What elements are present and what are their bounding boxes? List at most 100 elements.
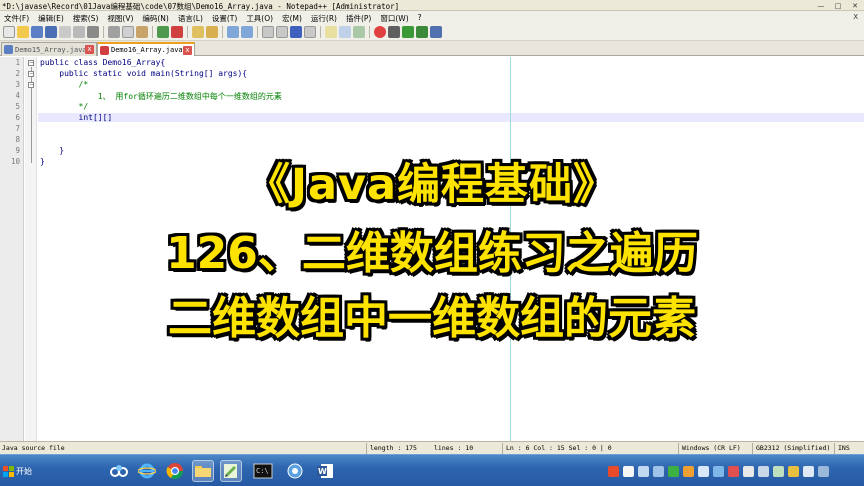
stop-macro-icon[interactable] [388,26,400,38]
undo-icon[interactable] [157,26,169,38]
fold-toggle-icon[interactable]: − [28,82,34,88]
ime-icon[interactable] [608,465,619,477]
windows-logo-icon [3,465,14,477]
code-line: int[][] [40,113,113,122]
menu-view[interactable]: 视图(V) [107,13,133,24]
zoom-out-icon[interactable] [241,26,253,38]
menu-settings[interactable]: 设置(T) [212,13,237,24]
toolbar-separator [369,26,370,38]
tab-close-icon[interactable]: x [183,46,192,55]
close-button[interactable]: ✕ [848,1,862,10]
redo-icon[interactable] [171,26,183,38]
security-icon[interactable] [668,465,679,477]
flag-icon[interactable] [758,465,769,477]
line-number: 7 [15,124,20,133]
word-icon[interactable]: W [314,460,336,482]
find-icon[interactable] [192,26,204,38]
close-all-icon[interactable] [73,26,85,38]
menu-plugins[interactable]: 插件(P) [346,13,371,24]
menu-close-document[interactable]: X [853,13,858,21]
new-file-icon[interactable] [3,26,15,38]
taskbar: 开始 C:\ W [0,454,864,486]
status-insert-mode: INS [838,444,850,452]
menu-file[interactable]: 文件(F) [4,13,29,24]
input-method-icon[interactable] [623,465,634,477]
internet-explorer-icon[interactable] [136,460,158,482]
menu-macro[interactable]: 宏(M) [282,13,302,24]
sync-scroll-icon[interactable] [262,26,274,38]
paste-icon[interactable] [136,26,148,38]
save-all-icon[interactable] [45,26,57,38]
menu-window[interactable]: 窗口(W) [380,13,408,24]
save-macro-icon[interactable] [430,26,442,38]
system-tray [608,460,829,482]
menu-language[interactable]: 语言(L) [178,13,203,24]
menu-run[interactable]: 运行(R) [311,13,337,24]
show-desktop-icon[interactable] [818,465,829,477]
menu-tools[interactable]: 工具(O) [246,13,273,24]
print-icon[interactable] [87,26,99,38]
cut-icon[interactable] [108,26,120,38]
status-divider [834,443,835,454]
toolbar-separator [103,26,104,38]
line-number: 4 [15,91,20,100]
baidu-netdisk-icon[interactable] [108,460,130,482]
network-icon[interactable] [653,465,664,477]
show-all-chars-icon[interactable] [290,26,302,38]
toolbar-separator [320,26,321,38]
saved-file-icon [4,45,13,54]
save-icon[interactable] [31,26,43,38]
keyboard-icon[interactable] [638,465,649,477]
doc-map-icon[interactable] [339,26,351,38]
copy-icon[interactable] [122,26,134,38]
zoom-in-icon[interactable] [227,26,239,38]
status-eol[interactable]: Windows (CR LF) [682,444,741,452]
file-explorer-icon[interactable] [192,460,214,482]
notepad-plus-plus-icon[interactable] [220,460,242,482]
open-file-icon[interactable] [17,26,29,38]
chrome-icon[interactable] [164,460,186,482]
overlay-lesson-subtitle: 二维数组中一维数组的元素 [168,293,696,344]
code-line: 1、 用for循环遍历二维数组中每个一维数组的元素 [40,92,282,101]
command-prompt-icon[interactable]: C:\ [252,460,274,482]
menu-encoding[interactable]: 编码(N) [142,13,168,24]
media-icon[interactable] [728,465,739,477]
function-list-icon[interactable] [353,26,365,38]
tab-demo16-array[interactable]: Demo16_Array.java x [97,42,195,56]
battery-icon[interactable] [773,465,784,477]
tab-demo15-array[interactable]: Demo15_Array.java x [1,42,97,56]
app-tray-icon[interactable] [683,465,694,477]
clock-icon[interactable] [803,465,814,477]
maximize-button[interactable]: □ [831,1,845,10]
tab-label: Demo15_Array.java [15,45,87,54]
fold-toggle-icon[interactable]: − [28,71,34,77]
status-encoding[interactable]: GB2312 (Simplified) [756,444,830,452]
control-panel-icon[interactable] [284,460,306,482]
toolbar-separator [187,26,188,38]
line-number: 8 [15,135,20,144]
menu-edit[interactable]: 编辑(E) [38,13,64,24]
display-icon[interactable] [698,465,709,477]
update-icon[interactable] [788,465,799,477]
sync-icon[interactable] [713,465,724,477]
tab-close-icon[interactable]: x [85,45,94,54]
fold-toggle-icon[interactable]: − [28,60,34,66]
indent-guide-icon[interactable] [304,26,316,38]
status-length: length : 175 [370,444,417,452]
udl-icon[interactable] [325,26,337,38]
run-macro-multiple-icon[interactable] [416,26,428,38]
toolbar-separator [152,26,153,38]
word-wrap-icon[interactable] [276,26,288,38]
close-file-icon[interactable] [59,26,71,38]
unsaved-file-icon [100,46,109,55]
start-button[interactable]: 开始 [0,458,40,484]
menu-help[interactable]: ? [418,13,422,24]
menu-search[interactable]: 搜索(S) [73,13,99,24]
minimize-button[interactable]: — [814,1,828,10]
play-macro-icon[interactable] [402,26,414,38]
volume-icon[interactable] [743,465,754,477]
status-divider [678,443,679,454]
svg-text:W: W [318,467,327,476]
record-macro-icon[interactable] [374,26,386,38]
replace-icon[interactable] [206,26,218,38]
